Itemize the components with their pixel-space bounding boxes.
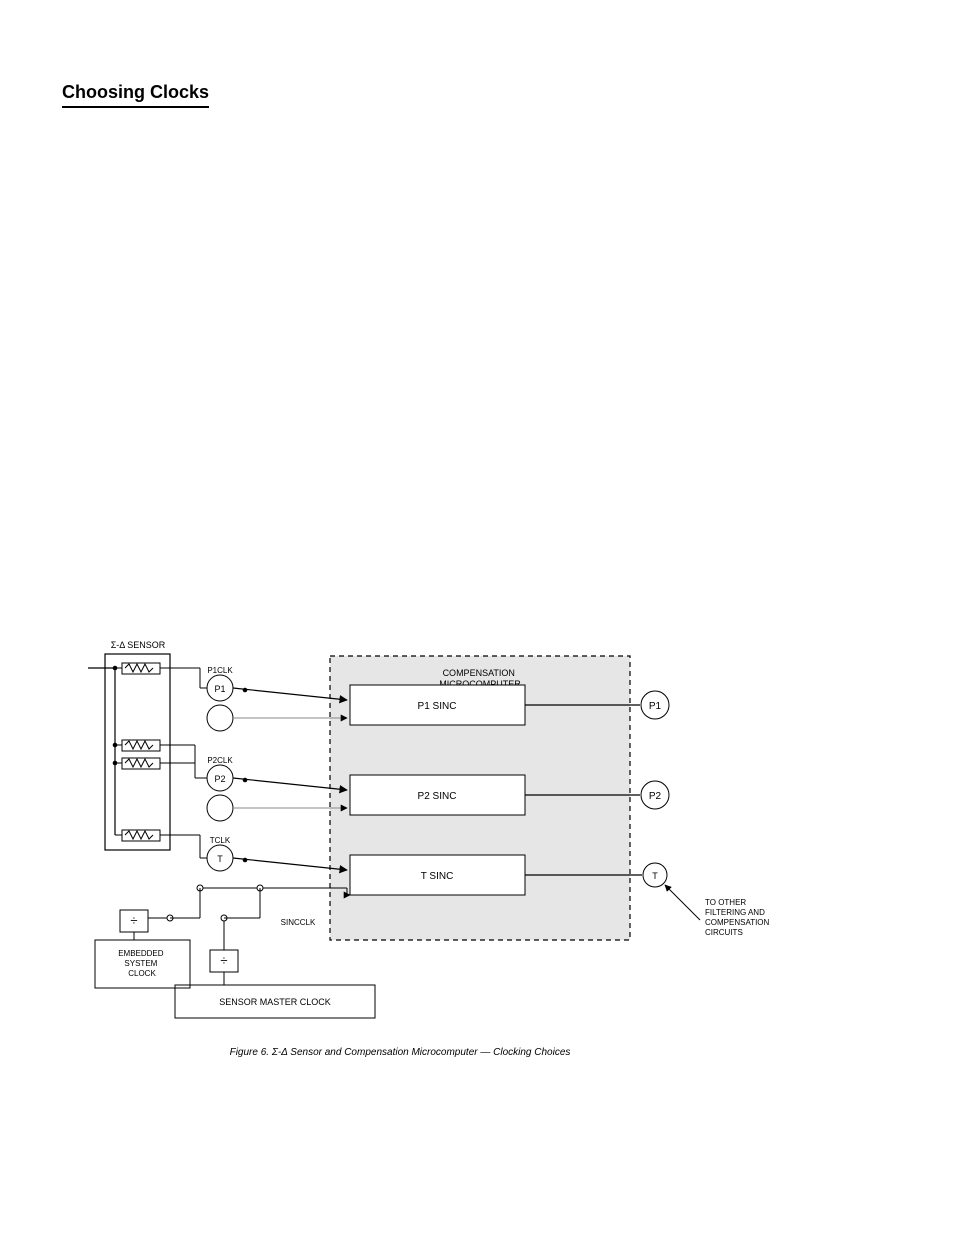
sensor-resistor bbox=[115, 663, 170, 674]
clk-label: P2CLK bbox=[207, 756, 233, 765]
output-label: T bbox=[652, 871, 658, 881]
sensor-block-label: Σ-Δ SENSOR bbox=[111, 640, 166, 650]
sensor-resistor bbox=[113, 740, 170, 751]
sinc-label: T SINC bbox=[421, 871, 454, 882]
clk-label: P1CLK bbox=[207, 666, 233, 675]
signal-node bbox=[207, 705, 233, 731]
embedded-clock-label: EMBEDDED SYSTEM CLOCK bbox=[118, 949, 166, 978]
figure-caption: Figure 6. Σ-Δ Sensor and Compensation Mi… bbox=[230, 1047, 571, 1058]
signal-label: P1 bbox=[214, 684, 225, 694]
sensor-resistor bbox=[115, 830, 170, 841]
output-label: P1 bbox=[649, 701, 662, 712]
sensor-resistor bbox=[113, 758, 170, 769]
sincclk-label: SINCCLK bbox=[281, 918, 316, 927]
clk-label: TCLK bbox=[210, 836, 231, 845]
divide-icon: ÷ bbox=[130, 913, 137, 928]
sensor-master-clock-label: SENSOR MASTER CLOCK bbox=[219, 997, 331, 1007]
signal-node bbox=[207, 795, 233, 821]
clocking-diagram: COMPENSATION MICROCOMPUTER Σ-Δ SENSOR bbox=[0, 0, 954, 1235]
output-label: P2 bbox=[649, 791, 662, 802]
arrow-note: TO OTHER FILTERING AND COMPENSATION CIRC… bbox=[705, 898, 772, 937]
sinc-label: P2 SINC bbox=[418, 791, 457, 802]
sinc-label: P1 SINC bbox=[418, 701, 457, 712]
note-arrow bbox=[665, 885, 700, 920]
signal-label: P2 bbox=[214, 774, 225, 784]
divide-icon: ÷ bbox=[220, 953, 227, 968]
signal-label: T bbox=[217, 854, 223, 864]
